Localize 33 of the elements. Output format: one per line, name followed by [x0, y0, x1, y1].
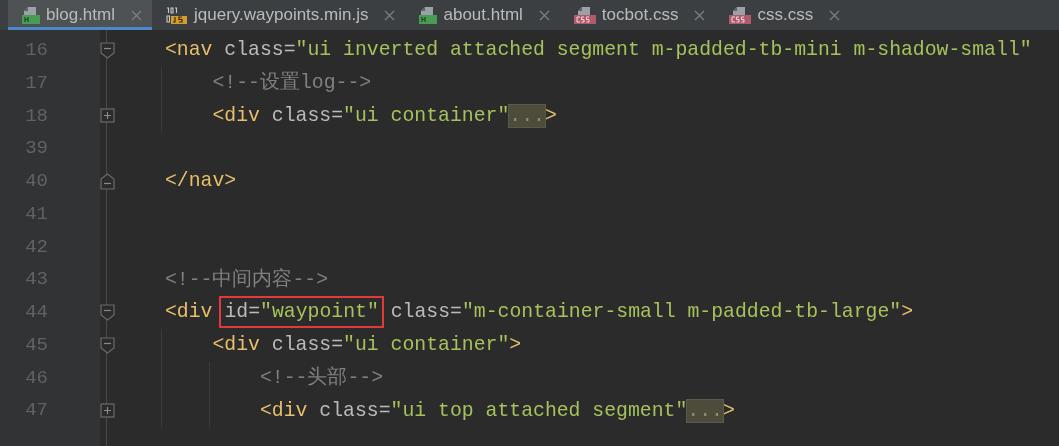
tab-label: about.html — [443, 4, 523, 27]
html-file-icon — [22, 6, 40, 24]
js-file-icon — [166, 6, 188, 24]
code-line: <!--中间内容--> — [165, 267, 329, 293]
tab-label: jquery.waypoints.min.js — [194, 4, 369, 27]
tab-label: blog.html — [46, 4, 115, 27]
code-line: <div class="ui container"> — [211, 333, 522, 359]
code-line: <div id="waypoint" class="m-container-small m-padded-tb-large"> — [165, 296, 914, 329]
code-line: <div class="ui top attached segment"...> — [258, 398, 735, 424]
close-icon[interactable] — [384, 9, 396, 21]
editor-tab[interactable]: css.css — [715, 0, 851, 30]
editor-tab[interactable]: blog.html — [8, 0, 152, 30]
fold-icon[interactable] — [100, 303, 115, 321]
editor-tab[interactable]: tocbot.css — [559, 0, 716, 30]
tab-label: css.css — [757, 4, 814, 27]
fold-icon[interactable] — [100, 336, 115, 354]
code-line: </nav> — [165, 169, 237, 195]
close-icon[interactable] — [538, 9, 550, 21]
tab-label: tocbot.css — [601, 4, 679, 27]
css-file-icon — [729, 6, 752, 24]
expand-icon[interactable] — [100, 403, 115, 419]
close-icon[interactable] — [829, 9, 841, 21]
html-file-icon — [419, 6, 438, 24]
css-file-icon — [573, 6, 596, 24]
expand-icon[interactable] — [100, 108, 115, 124]
editor-tab[interactable]: jquery.waypoints.min.js — [152, 0, 406, 30]
close-icon[interactable] — [694, 9, 706, 21]
code-line: <div class="ui container"...> — [211, 103, 557, 129]
code-line: <!--头部--> — [258, 365, 384, 391]
code-line: <!--设置log--> — [211, 70, 372, 97]
editor-tab[interactable]: about.html — [405, 0, 560, 30]
code-line: <nav class="ui inverted attached segment m-padded-tb-mini m-shadow-small" — [165, 38, 1032, 64]
fold-icon[interactable] — [100, 41, 115, 59]
